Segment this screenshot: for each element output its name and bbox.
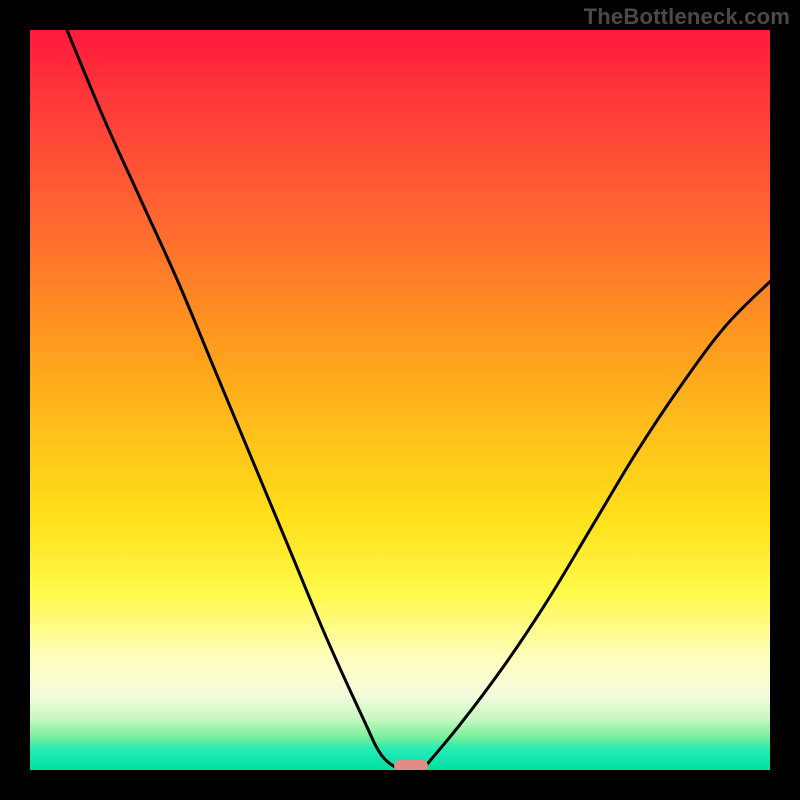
bottleneck-curve: [30, 30, 770, 770]
curve-right-branch: [422, 282, 770, 770]
plot-area: [30, 30, 770, 770]
curve-left-branch: [67, 30, 400, 770]
chart-frame: TheBottleneck.com: [0, 0, 800, 800]
optimal-point-marker: [394, 760, 428, 770]
watermark-text: TheBottleneck.com: [584, 4, 790, 30]
